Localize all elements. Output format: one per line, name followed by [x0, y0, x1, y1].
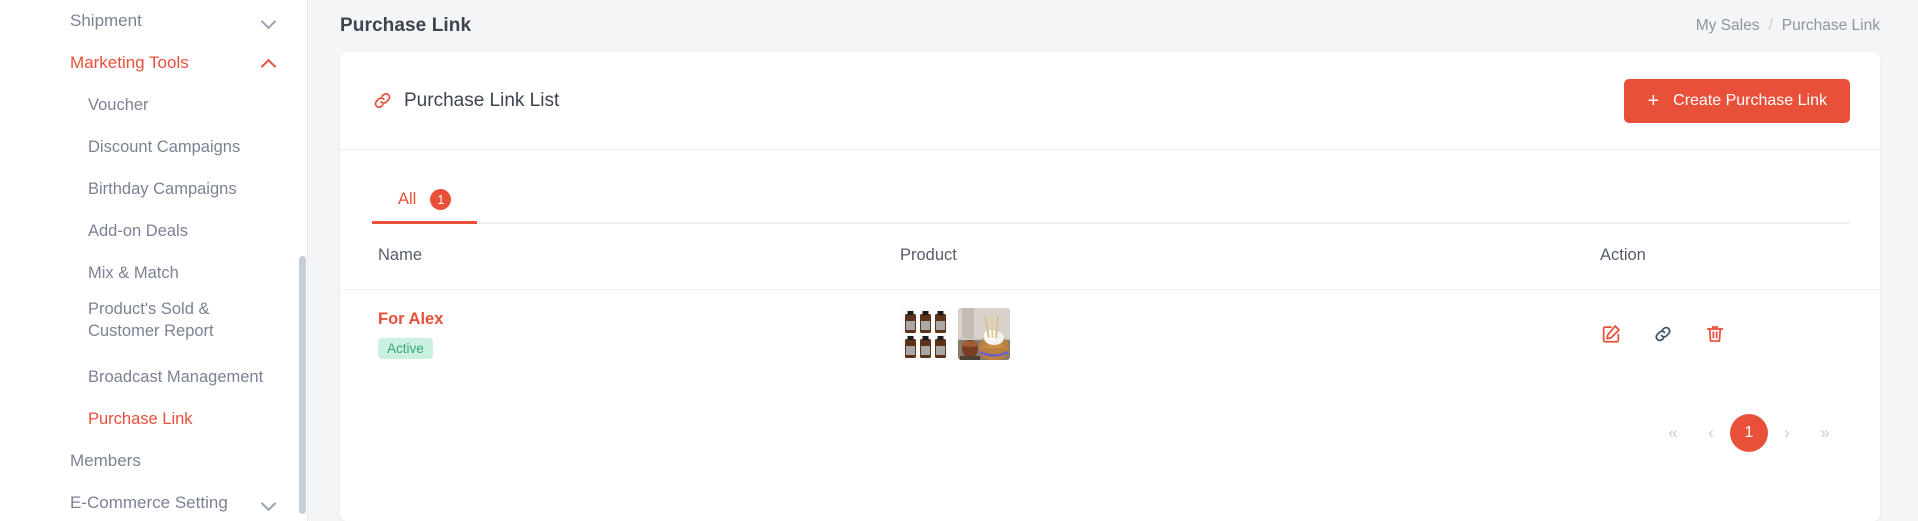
- create-purchase-link-button[interactable]: + Create Purchase Link: [1624, 78, 1850, 123]
- sidebar-item-label: Shipment: [70, 11, 142, 30]
- pagination-first[interactable]: «: [1654, 414, 1692, 452]
- column-header-product: Product: [900, 224, 1600, 290]
- sidebar-item-members[interactable]: Members: [0, 440, 308, 482]
- sidebar-item-label: Voucher: [88, 95, 149, 114]
- chevron-down-icon[interactable]: [262, 496, 276, 510]
- table-head: Name Product Action: [340, 224, 1880, 290]
- column-header-name: Name: [340, 224, 900, 290]
- page-title: Purchase Link: [340, 15, 472, 36]
- purchase-link-card: Purchase Link List + Create Purchase Lin…: [340, 52, 1880, 521]
- chevron-up-icon[interactable]: [262, 56, 276, 70]
- sidebar-item-label: Mix & Match: [88, 263, 179, 282]
- app-root: Shipment Marketing Tools Voucher Discoun…: [0, 0, 1918, 521]
- sidebar-item-label: Add-on Deals: [88, 221, 188, 240]
- cell-action: [1600, 290, 1880, 379]
- breadcrumb-parent[interactable]: My Sales: [1696, 17, 1760, 35]
- table-row: For Alex Active: [340, 290, 1880, 379]
- card-title: Purchase Link List: [372, 90, 559, 112]
- sidebar-item-ecommerce-setting[interactable]: E-Commerce Setting: [0, 482, 308, 521]
- sidebar-item-label: E-Commerce Setting: [70, 493, 228, 512]
- sidebar-item-label: Marketing Tools: [70, 53, 189, 72]
- sidebar-item-mix-and-match[interactable]: Mix & Match: [0, 252, 308, 294]
- cell-product: [900, 290, 1600, 379]
- product-thumbnail-list: [900, 308, 1600, 360]
- breadcrumb-separator: /: [1768, 17, 1773, 34]
- sidebar-item-label: Discount Campaigns: [88, 137, 241, 156]
- sidebar-scrollbar[interactable]: [299, 256, 306, 514]
- pagination: « ‹ 1 › »: [340, 378, 1880, 452]
- table-header-row: Name Product Action: [340, 224, 1880, 290]
- pagination-next[interactable]: ›: [1768, 414, 1806, 452]
- sidebar-item-broadcast-management[interactable]: Broadcast Management: [0, 356, 308, 398]
- sidebar-nav-list: Shipment Marketing Tools Voucher Discoun…: [0, 0, 308, 521]
- purchase-link-name[interactable]: For Alex: [378, 310, 900, 329]
- pagination-prev[interactable]: ‹: [1692, 414, 1730, 452]
- row-action-buttons: [1600, 323, 1880, 345]
- copy-link-icon[interactable]: [1652, 323, 1674, 345]
- tab-all-badge: 1: [430, 189, 452, 210]
- card-title-text: Purchase Link List: [404, 89, 560, 111]
- sidebar-item-purchase-link[interactable]: Purchase Link: [0, 398, 308, 440]
- pagination-last[interactable]: »: [1806, 414, 1844, 452]
- wooden-diffuser-thumbnail[interactable]: [958, 308, 1010, 360]
- status-badge: Active: [378, 337, 433, 359]
- tab-all-label: All: [398, 190, 417, 208]
- chevron-down-icon[interactable]: [262, 14, 276, 28]
- delete-icon[interactable]: [1704, 323, 1726, 345]
- breadcrumb-current: Purchase Link: [1781, 17, 1880, 34]
- sidebar-item-label: Purchase Link: [88, 409, 193, 428]
- tabs-underline: [372, 222, 1850, 224]
- sidebar: Shipment Marketing Tools Voucher Discoun…: [0, 0, 308, 521]
- table-body: For Alex Active: [340, 290, 1880, 379]
- sidebar-item-label: Product's Sold & Customer Report: [88, 300, 214, 340]
- sidebar-item-label: Birthday Campaigns: [88, 179, 237, 198]
- tabs-bar: All 1: [340, 150, 1880, 224]
- sidebar-item-birthday-campaigns[interactable]: Birthday Campaigns: [0, 168, 308, 210]
- sidebar-item-voucher[interactable]: Voucher: [0, 84, 308, 126]
- essential-oil-bottles-thumbnail[interactable]: [900, 308, 952, 360]
- pagination-page-1[interactable]: 1: [1730, 414, 1768, 452]
- card-header: Purchase Link List + Create Purchase Lin…: [340, 52, 1880, 150]
- edit-icon[interactable]: [1600, 323, 1622, 345]
- tab-all[interactable]: All 1: [372, 189, 478, 224]
- purchase-link-table: Name Product Action For Alex Active: [340, 224, 1880, 378]
- main-content: Purchase Link My Sales / Purchase Link P…: [308, 0, 1918, 521]
- sidebar-item-label: Broadcast Management: [88, 367, 264, 386]
- sidebar-item-discount-campaigns[interactable]: Discount Campaigns: [0, 126, 308, 168]
- cell-name: For Alex Active: [340, 290, 900, 379]
- sidebar-item-shipment[interactable]: Shipment: [0, 0, 308, 42]
- plus-icon: +: [1647, 89, 1660, 112]
- sidebar-item-marketing-tools[interactable]: Marketing Tools: [0, 42, 308, 84]
- sidebar-item-add-on-deals[interactable]: Add-on Deals: [0, 210, 308, 252]
- create-purchase-link-label: Create Purchase Link: [1673, 91, 1827, 109]
- page-header: Purchase Link My Sales / Purchase Link: [308, 0, 1918, 52]
- sidebar-item-label: Members: [70, 451, 141, 470]
- link-icon: [372, 90, 393, 111]
- breadcrumb: My Sales / Purchase Link: [1696, 17, 1880, 35]
- sidebar-item-products-sold-customer-report[interactable]: Product's Sold & Customer Report: [0, 294, 308, 356]
- column-header-action: Action: [1600, 224, 1880, 290]
